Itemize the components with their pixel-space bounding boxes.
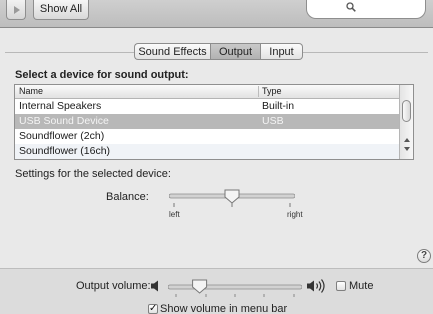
sound-preferences-window: Show All Sound Effects Output Input Sele… [0,0,433,314]
tab-input[interactable]: Input [261,43,303,60]
table-header: Name Type [15,85,399,99]
column-header-type[interactable]: Type [262,85,282,98]
mute-label: Mute [349,280,374,292]
show-volume-menubar-checkbox[interactable]: ✓ [148,304,158,314]
balance-slider[interactable] [169,188,295,218]
balance-label: Balance: [106,191,149,203]
device-type: Built-in [262,100,295,112]
table-scrollbar[interactable] [399,85,413,159]
volume-slider-knob[interactable] [192,279,208,294]
search-field[interactable] [306,0,426,19]
output-volume-slider[interactable] [168,279,302,301]
scrollbar-thumb[interactable] [402,100,411,122]
tab-output[interactable]: Output [210,43,261,60]
settings-heading: Settings for the selected device: [15,168,171,180]
balance-left-label: left [169,210,180,219]
device-name: Soundflower (16ch) [19,145,111,157]
show-all-button[interactable]: Show All [33,0,89,20]
device-table[interactable]: Name Type Internal Speakers Built-in USB… [14,84,414,160]
device-name: USB Sound Device [19,115,109,127]
table-row[interactable]: Soundflower (16ch) [15,144,399,159]
table-row-selected[interactable]: USB Sound Device USB [15,114,399,129]
balance-slider-knob[interactable] [224,189,240,204]
balance-right-label: right [287,210,303,219]
table-row[interactable]: Soundflower (2ch) [15,129,399,144]
table-row[interactable]: Internal Speakers Built-in [15,99,399,114]
help-button[interactable]: ? [417,249,431,263]
show-volume-menubar-label: Show volume in menu bar [160,303,288,314]
toolbar: Show All [0,0,433,28]
tab-bar: Sound Effects Output Input [0,43,433,61]
device-name: Internal Speakers [19,100,102,112]
device-type: USB [262,115,284,127]
speaker-low-icon [151,280,158,292]
magnifying-glass-icon [346,2,356,12]
scroll-down-arrow-icon[interactable] [404,147,410,151]
device-name: Soundflower (2ch) [19,130,105,142]
select-device-heading: Select a device for sound output: [15,69,189,81]
column-header-name[interactable]: Name [19,85,43,98]
scroll-up-arrow-icon[interactable] [404,138,410,142]
forward-button[interactable] [6,0,26,20]
forward-arrow-icon [14,6,20,14]
tab-sound-effects[interactable]: Sound Effects [134,43,210,60]
column-divider [258,86,259,97]
output-volume-label: Output volume: [76,280,151,292]
speaker-high-icon [307,279,325,293]
mute-checkbox[interactable] [336,281,346,291]
